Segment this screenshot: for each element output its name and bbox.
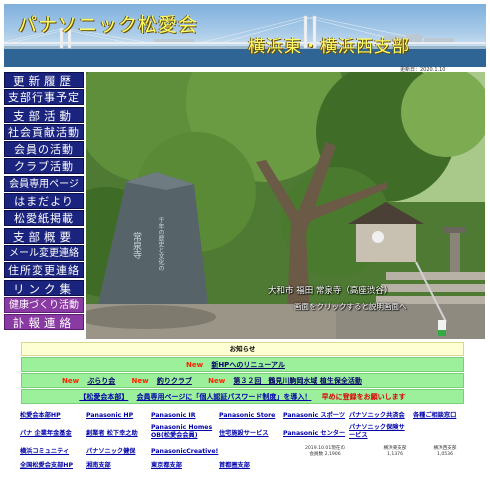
photo-caption: 大和市 福田 常泉寺（高座渋谷）	[268, 286, 393, 296]
notice-link-password[interactable]: 会員専用ページに「個人認証パスワード制度」を導入！	[137, 393, 312, 401]
stone-text-1: 千年の歴史と文化の	[157, 217, 164, 271]
link-panasonic-creative[interactable]: PanasonicCreative!	[151, 448, 218, 456]
link-mutual-aid[interactable]: パナソニック共済会	[349, 412, 405, 420]
new-badge: New	[186, 361, 204, 369]
nav-shoai-paper[interactable]: 松愛紙掲載	[4, 210, 84, 227]
new-badge: New	[62, 377, 80, 385]
sidebar-nav: 更新履歴 支部行事予定 支部活動 社会貢献活動 会員の活動 クラブ活動 会員専用…	[4, 72, 84, 331]
new-badge: New	[131, 377, 149, 385]
notice-link-vegetation[interactable]: 第３２回 鶴見川駒岡水域 植生保全活動	[233, 377, 361, 385]
link-pension-fund[interactable]: パナ 企業年金基金	[20, 430, 72, 438]
link-panasonic-store[interactable]: Panasonic Store	[219, 412, 275, 420]
notice-link-hq[interactable]: 【松愛会本部】	[79, 393, 128, 401]
nav-hama-dayori[interactable]: はまだより	[4, 193, 84, 210]
link-national-branches[interactable]: 全国松愛会支部HP	[20, 462, 73, 470]
site-subtitle: 横浜東・横浜西支部	[248, 37, 410, 57]
notices-panel: お知らせ New 新HPへのリニューアル New ぶらり会 New 釣りクラブ …	[21, 342, 464, 404]
link-panasonic-homes[interactable]: Panasonic Homes OB(松愛会会員)	[151, 424, 217, 440]
link-panasonic-hp[interactable]: Panasonic HP	[86, 412, 133, 420]
nav-links[interactable]: リンク集	[4, 279, 84, 296]
west-branch-stat: 横浜西支部 1,0536	[425, 446, 465, 458]
nav-obituary[interactable]: 訃報連絡	[4, 314, 84, 331]
link-housing-service[interactable]: 住宅施設サービス	[219, 430, 269, 438]
link-panasonic-sports[interactable]: Panasonic スポーツ	[283, 412, 345, 420]
nav-branch-activities[interactable]: 支部活動	[4, 106, 84, 123]
nav-branch-schedule[interactable]: 支部行事予定	[4, 89, 84, 106]
notices-header: お知らせ	[21, 342, 464, 356]
member-count-stat: 2019.10.01現在の 会員数 2,1906	[295, 446, 355, 458]
link-tokyo-branch[interactable]: 東京都支部	[151, 462, 182, 470]
links-grid: 松愛会本部HP パナ 企業年金基金 横浜コミュニティ 全国松愛会支部HP Pan…	[20, 410, 470, 478]
link-panasonic-ir[interactable]: Panasonic IR	[151, 412, 195, 420]
east-branch-value: 1,1376	[386, 452, 404, 457]
notice-register-reminder: 早めに登録をお願いします	[321, 393, 406, 401]
nav-health-activities[interactable]: 健康づくり活動	[4, 296, 84, 313]
temple-photo[interactable]: 千年の歴史と文化の 常泉寺 大和市 福田 常泉寺（高座渋谷） 画面をクリックする…	[86, 72, 485, 339]
nav-members-only[interactable]: 会員専用ページ	[4, 175, 84, 192]
nav-email-change[interactable]: メール変更連絡	[4, 244, 84, 261]
notice-row: New ぶらり会 New 釣りクラブ New 第３２回 鶴見川駒岡水域 植生保全…	[21, 373, 464, 388]
member-count-value: 会員数 2,1906	[309, 452, 341, 457]
notice-link-burari[interactable]: ぶらり会	[87, 377, 115, 385]
notice-link-renewal[interactable]: 新HPへのリニューアル	[211, 361, 285, 369]
link-insurance-service[interactable]: パナソニック保険サービス	[349, 424, 409, 440]
nav-club-activities[interactable]: クラブ活動	[4, 158, 84, 175]
link-founder[interactable]: 創業者 松下幸之助	[86, 430, 138, 438]
nav-member-activities[interactable]: 会員の活動	[4, 141, 84, 158]
nav-branch-overview[interactable]: 支部概要	[4, 227, 84, 244]
link-consultation[interactable]: 各種ご相談窓口	[413, 412, 456, 420]
link-shonan-branch[interactable]: 湘南支部	[86, 462, 111, 470]
new-badge: New	[208, 377, 226, 385]
temple-scene-illustration	[86, 72, 485, 339]
east-branch-stat: 横浜東支部 1,1376	[375, 446, 415, 458]
link-panasonic-center[interactable]: Panasonic センター	[283, 430, 345, 438]
site-title: パナソニック松愛会	[18, 14, 199, 36]
link-health-insurance[interactable]: パナソニック健保	[86, 448, 136, 456]
photo-hint[interactable]: 画面をクリックすると説明画面へ	[294, 301, 407, 312]
stone-text-2: 常泉寺	[131, 232, 141, 259]
notice-link-fishing[interactable]: 釣りクラブ	[157, 377, 192, 385]
nav-social-contribution[interactable]: 社会貢献活動	[4, 123, 84, 140]
link-metro-branch[interactable]: 首都圏支部	[219, 462, 250, 470]
nav-update-history[interactable]: 更新履歴	[4, 72, 84, 88]
notice-row: New 新HPへのリニューアル	[21, 357, 464, 372]
nav-address-change[interactable]: 住所変更連絡	[4, 262, 84, 279]
header-banner: パナソニック松愛会 横浜東・横浜西支部	[4, 4, 486, 67]
west-branch-value: 1,0536	[436, 452, 454, 457]
link-yokohama-community[interactable]: 横浜コミュニティ	[20, 448, 69, 456]
notice-row: 【松愛会本部】 会員専用ページに「個人認証パスワード制度」を導入！ 早めに登録を…	[21, 389, 464, 404]
link-shoaikai-hq[interactable]: 松愛会本部HP	[20, 412, 61, 420]
